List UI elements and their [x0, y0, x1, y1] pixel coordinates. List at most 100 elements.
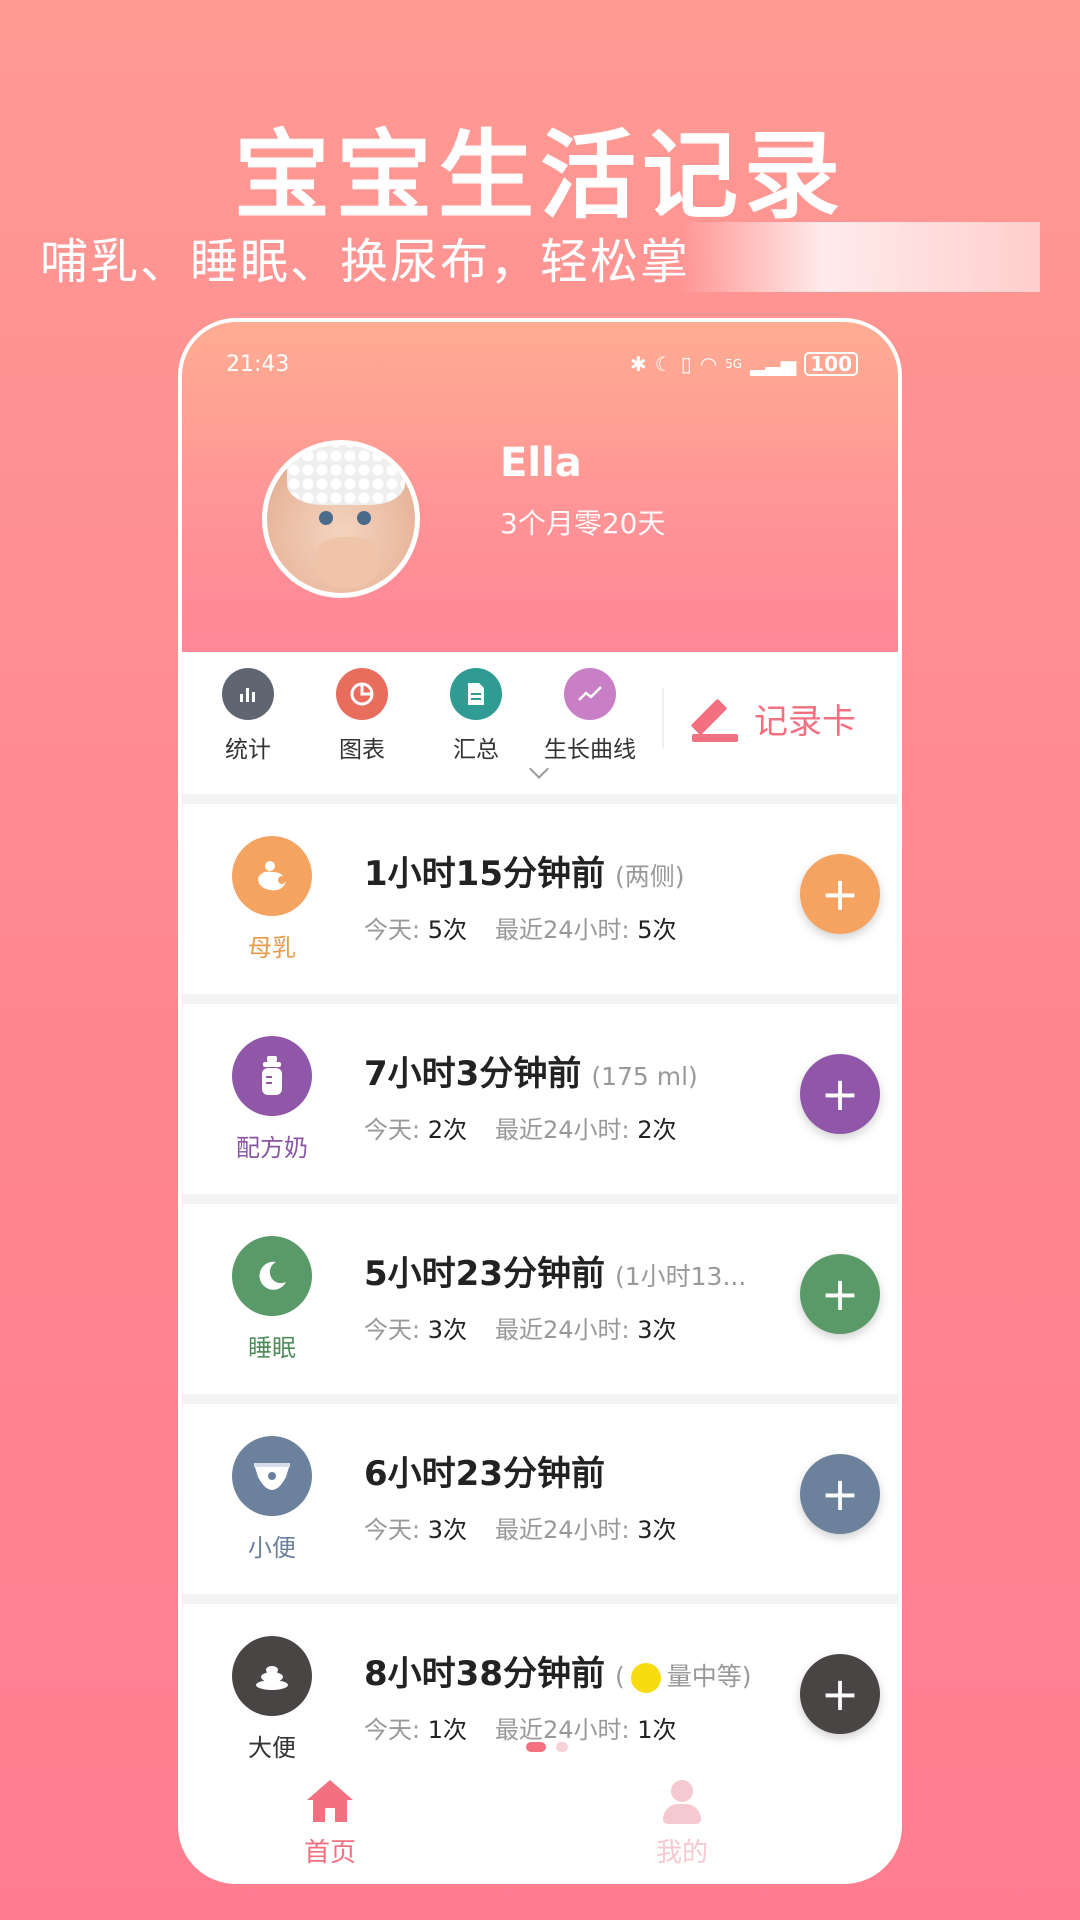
- tool-summary[interactable]: 汇总: [426, 668, 526, 764]
- today-count: 2次: [427, 1116, 468, 1144]
- record-stats: 今天: 5次 最近24小时: 5次: [364, 910, 677, 945]
- document-icon: [450, 668, 502, 720]
- plus-icon: +: [820, 1467, 860, 1521]
- record-detail: (量中等): [615, 1662, 752, 1693]
- record-card-breastfeed[interactable]: 母乳 1小时15分钟前 (两侧) 今天: 5次 最近24小时: 5次 +: [182, 804, 898, 994]
- page-dot: [556, 1742, 568, 1752]
- toolbar-divider: [662, 688, 664, 748]
- recent-count: 1次: [637, 1716, 677, 1744]
- record-title: 8小时38分钟前 (量中等): [364, 1646, 752, 1695]
- battery-icon: 100: [804, 352, 858, 376]
- time-ago: 5小时23分钟前: [364, 1254, 605, 1294]
- record-title: 5小时23分钟前 (1小时13...: [364, 1246, 746, 1295]
- signal-icon: ▂▃▅: [750, 352, 797, 376]
- plus-icon: +: [820, 1667, 860, 1721]
- bluetooth-icon: ✱: [629, 352, 647, 376]
- record-card-label: 记录卡: [754, 702, 856, 742]
- avatar-hat: [287, 445, 405, 505]
- record-detail-text: 量中等): [666, 1662, 752, 1691]
- network-label: 5G: [725, 357, 743, 371]
- category-label: 母乳: [248, 934, 296, 962]
- promo-subtitle-text: 哺乳、睡眠、换尿布，轻松掌: [40, 234, 691, 290]
- avatar-hand: [315, 537, 379, 587]
- today-count: 3次: [427, 1516, 468, 1544]
- recent-count: 5次: [637, 916, 677, 944]
- baby-name[interactable]: Ella: [500, 440, 582, 486]
- record-stats: 今天: 3次 最近24小时: 3次: [364, 1510, 677, 1545]
- moon-status-icon: ☾: [654, 352, 673, 376]
- bottle-icon: [232, 1036, 312, 1116]
- tab-home[interactable]: 首页: [270, 1780, 390, 1869]
- tool-growth-curve[interactable]: 生长曲线: [540, 668, 640, 764]
- vibrate-icon: ▯: [680, 352, 692, 376]
- add-formula-button[interactable]: +: [800, 1054, 880, 1134]
- status-time: 21:43: [226, 352, 290, 377]
- avatar-eye: [357, 511, 371, 525]
- moon-icon: [232, 1236, 312, 1316]
- recent-count: 3次: [637, 1516, 677, 1544]
- poop-icon: [232, 1636, 312, 1716]
- recent-label: 最近24小时:: [495, 916, 630, 944]
- plus-icon: +: [820, 1067, 860, 1121]
- tool-label: 统计: [225, 737, 271, 763]
- plus-icon: +: [820, 867, 860, 921]
- phone-frame: 21:43 ✱ ☾ ▯ ◠ 5G ▂▃▅ 100 Ella 3个月零20天 统计…: [178, 318, 902, 1884]
- plus-icon: +: [820, 1267, 860, 1321]
- record-title: 1小时15分钟前 (两侧): [364, 846, 685, 895]
- record-detail: (两侧): [614, 862, 685, 891]
- page-indicator: [526, 1742, 568, 1752]
- avatar[interactable]: [262, 440, 420, 598]
- diaper-icon: [232, 1436, 312, 1516]
- add-urine-button[interactable]: +: [800, 1454, 880, 1534]
- tool-label: 汇总: [453, 737, 499, 763]
- bar-chart-icon: [222, 668, 274, 720]
- add-stool-button[interactable]: +: [800, 1654, 880, 1734]
- recent-label: 最近24小时:: [495, 1116, 630, 1144]
- time-ago: 7小时3分钟前: [364, 1054, 582, 1094]
- today-label: 今天:: [364, 1516, 421, 1544]
- record-card-formula[interactable]: 配方奶 7小时3分钟前 (175 ml) 今天: 2次 最近24小时: 2次 +: [182, 1004, 898, 1194]
- trend-icon: [564, 668, 616, 720]
- bottom-tab-bar: 首页 我的: [182, 1760, 898, 1880]
- status-icons: ✱ ☾ ▯ ◠ 5G ▂▃▅ 100: [630, 352, 858, 376]
- breastfeed-icon: [232, 836, 312, 916]
- tool-statistics[interactable]: 统计: [198, 668, 298, 764]
- record-stats: 今天: 1次 最近24小时: 1次: [364, 1710, 677, 1745]
- today-count: 1次: [427, 1716, 468, 1744]
- recent-label: 最近24小时:: [495, 1516, 630, 1544]
- category-label: 配方奶: [236, 1134, 308, 1162]
- add-sleep-button[interactable]: +: [800, 1254, 880, 1334]
- wifi-icon: ◠: [699, 352, 718, 376]
- avatar-eye: [319, 511, 333, 525]
- user-icon: [659, 1780, 705, 1826]
- tab-mine[interactable]: 我的: [622, 1780, 742, 1869]
- time-ago: 8小时38分钟前: [364, 1654, 605, 1694]
- status-bar: 21:43 ✱ ☾ ▯ ◠ 5G ▂▃▅ 100: [182, 352, 898, 392]
- record-stats: 今天: 3次 最近24小时: 3次: [364, 1310, 677, 1345]
- record-detail: (1小时13...: [614, 1262, 747, 1291]
- baby-age: 3个月零20天: [500, 507, 666, 540]
- pencil-icon: [690, 696, 738, 742]
- recent-count: 3次: [637, 1316, 677, 1344]
- tool-charts[interactable]: 图表: [312, 668, 412, 764]
- recent-label: 最近24小时:: [495, 1716, 630, 1744]
- record-detail: (175 ml): [591, 1062, 698, 1091]
- tab-label: 我的: [655, 1838, 708, 1868]
- tab-label: 首页: [303, 1838, 356, 1868]
- promo-subtitle: 哺乳、睡眠、换尿布，轻松掌: [40, 222, 1040, 292]
- toolbar: 统计 图表 汇总 生长曲线 记录卡: [182, 652, 898, 794]
- profile-header: 21:43 ✱ ☾ ▯ ◠ 5G ▂▃▅ 100 Ella 3个月零20天: [182, 322, 898, 652]
- record-stats: 今天: 2次 最近24小时: 2次: [364, 1110, 677, 1145]
- tool-label: 图表: [339, 737, 385, 763]
- add-breastfeed-button[interactable]: +: [800, 854, 880, 934]
- record-card-urine[interactable]: 小便 6小时23分钟前 今天: 3次 最近24小时: 3次 +: [182, 1404, 898, 1594]
- recent-count: 2次: [637, 1116, 677, 1144]
- home-icon: [307, 1780, 353, 1826]
- today-count: 3次: [427, 1316, 468, 1344]
- record-card-sleep[interactable]: 睡眠 5小时23分钟前 (1小时13... 今天: 3次 最近24小时: 3次 +: [182, 1204, 898, 1394]
- recent-label: 最近24小时:: [495, 1316, 630, 1344]
- category-label: 大便: [248, 1734, 296, 1762]
- record-title: 6小时23分钟前: [364, 1446, 605, 1495]
- record-card-button[interactable]: 记录卡: [690, 694, 856, 743]
- record-list: 母乳 1小时15分钟前 (两侧) 今天: 5次 最近24小时: 5次 + 配方奶 7…: [182, 794, 898, 1794]
